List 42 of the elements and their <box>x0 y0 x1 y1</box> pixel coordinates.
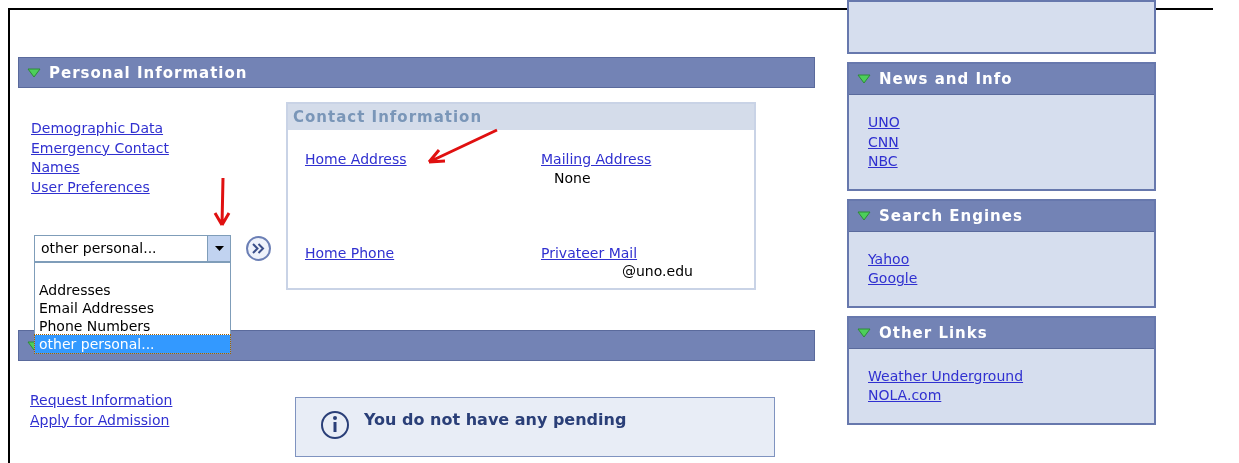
info-icon <box>320 410 350 440</box>
dropdown-option[interactable]: Addresses <box>35 281 230 299</box>
dropdown-option[interactable]: Phone Numbers <box>35 317 230 335</box>
expanded-icon[interactable] <box>857 74 871 84</box>
sidebar-link[interactable]: CNN <box>868 132 899 152</box>
contact-link[interactable]: Home Address <box>305 150 407 170</box>
page-link[interactable]: Apply for Admission <box>30 410 170 430</box>
annotation-arrow <box>213 176 231 228</box>
card-header[interactable]: Other Links <box>849 317 1154 349</box>
expanded-icon[interactable] <box>27 67 41 78</box>
sidebar-link[interactable]: NBC <box>868 152 898 172</box>
contact-link[interactable]: Home Phone <box>305 243 395 263</box>
go-button[interactable] <box>246 236 271 261</box>
sidebar-link[interactable]: Weather Underground <box>868 366 1024 386</box>
page-link[interactable]: Names <box>31 158 80 178</box>
sidebar-link[interactable]: UNO <box>868 113 900 133</box>
caret-icon <box>214 246 224 251</box>
card-header[interactable]: News and Info <box>849 64 1154 95</box>
expanded-icon[interactable] <box>857 327 871 338</box>
page-link[interactable]: Emergency Contact <box>31 138 169 158</box>
notice-text: You do not have any pending <box>364 410 627 431</box>
section-title: Personal Information <box>49 63 248 82</box>
page-link[interactable]: User Preferences <box>31 177 150 197</box>
page-link[interactable]: Demographic Data <box>31 119 164 139</box>
dropdown-option[interactable]: Email Addresses <box>35 299 230 317</box>
sidebar-link[interactable]: Yahoo <box>868 249 910 269</box>
card-title: Other Links <box>879 323 988 342</box>
double-chevron-icon <box>252 243 265 254</box>
contact-value: @uno.edu <box>621 263 694 279</box>
sidebar-link[interactable]: NOLA.com <box>868 386 942 406</box>
contact-link[interactable]: Privateer Mail <box>541 243 638 263</box>
panel-title: Contact Information <box>288 104 754 130</box>
sidebar-link[interactable]: Google <box>868 269 918 289</box>
dropdown-field[interactable]: other personal... <box>34 235 231 262</box>
expanded-icon[interactable] <box>857 210 871 221</box>
section-header[interactable]: Personal Information <box>18 57 815 88</box>
card-title: News and Info <box>879 70 1013 88</box>
card-title: Search Engines <box>879 206 1023 225</box>
card-header[interactable]: Search Engines <box>849 200 1154 232</box>
contact-link[interactable]: Mailing Address <box>541 150 652 170</box>
contact-value: None <box>553 169 592 186</box>
page-link[interactable]: Request Information <box>30 391 173 411</box>
